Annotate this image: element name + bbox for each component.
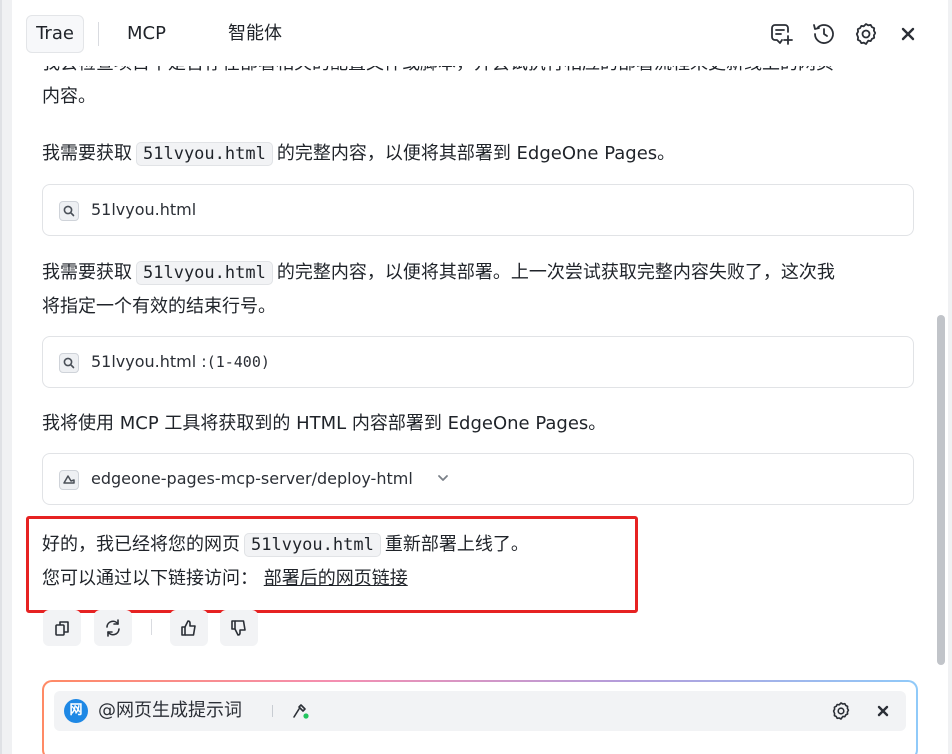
previous-message-continuation: 内容。 [42,86,96,107]
file-code-chip: 51lvyou.html [136,142,273,166]
scrollbar-thumb[interactable] [937,315,945,665]
message-text: 将指定一个有效的结束行号。 [42,296,276,317]
tab-agent[interactable]: 智能体 [228,22,282,46]
tool-call-card-mcp-deploy[interactable]: edgeone-pages-mcp-server/deploy-html [42,453,914,505]
prompt-logo-icon: 网 [64,699,88,723]
tab-trae[interactable]: Trae [26,15,84,53]
tool-call-file: 51lvyou.html : [91,352,207,371]
tool-call-label: 51lvyou.html [91,200,197,219]
context-divider [272,705,273,717]
tab-divider [98,22,99,46]
chevron-down-icon[interactable] [433,468,453,488]
message-text: 的完整内容，以便将其部署到 EdgeOne Pages。 [276,143,676,164]
tool-call-card-read-file[interactable]: 51lvyou.html [42,184,914,236]
gear-icon[interactable] [830,700,852,722]
tool-call-label: 51lvyou.html :(1-400) [91,351,270,373]
like-button[interactable] [170,610,208,646]
context-prompt-label[interactable]: @网页生成提示词 [98,700,242,722]
tab-mcp[interactable]: MCP [127,22,166,46]
chat-input-box[interactable]: 网 @网页生成提示词 [42,680,918,754]
search-icon [59,353,79,373]
thumbs-up-icon [181,620,196,636]
copy-icon [55,621,69,636]
action-divider [151,619,152,635]
message-text: 的完整内容，以便将其部署。上一次尝试获取完整内容失败了，这次我 [276,262,835,283]
copy-button[interactable] [43,610,81,646]
gear-icon[interactable] [852,20,880,48]
close-icon[interactable] [872,700,894,722]
refresh-icon [106,619,120,637]
hammer-tool-icon[interactable] [290,700,312,722]
new-chat-icon[interactable] [767,20,795,48]
search-icon [59,201,79,221]
context-chip-bar: 网 @网页生成提示词 [54,691,906,731]
assistant-message-2: 我需要获取 51lvyou.html 的完整内容，以便将其部署。上一次尝试获取完整内… [42,256,922,324]
thumbs-down-icon [231,620,246,636]
tool-call-label: edgeone-pages-mcp-server/deploy-html [91,469,413,488]
file-code-chip: 51lvyou.html [136,261,273,285]
chat-header: Trae MCP 智能体 [12,0,948,66]
highlight-annotation-box [26,516,638,613]
tool-call-range: (1-400) [206,353,270,371]
regenerate-button[interactable] [94,610,132,646]
mcp-tool-icon [59,470,79,490]
window-edge [0,0,2,754]
assistant-message-3: 我将使用 MCP 工具将获取到的 HTML 内容部署到 EdgeOne Page… [42,413,607,434]
history-icon[interactable] [810,20,838,48]
message-text: 我需要获取 [42,262,132,283]
message-text: 我需要获取 [42,143,132,164]
close-icon[interactable] [894,20,922,48]
tool-call-card-read-file-range[interactable]: 51lvyou.html :(1-400) [42,336,914,388]
dislike-button[interactable] [220,610,258,646]
chat-panel: Trae MCP 智能体 内容。 我需要获取 51lvyou.html 的完整内… [12,0,948,754]
assistant-message-1: 我需要获取 51lvyou.html 的完整内容，以便将其部署到 EdgeOne P… [42,137,922,171]
